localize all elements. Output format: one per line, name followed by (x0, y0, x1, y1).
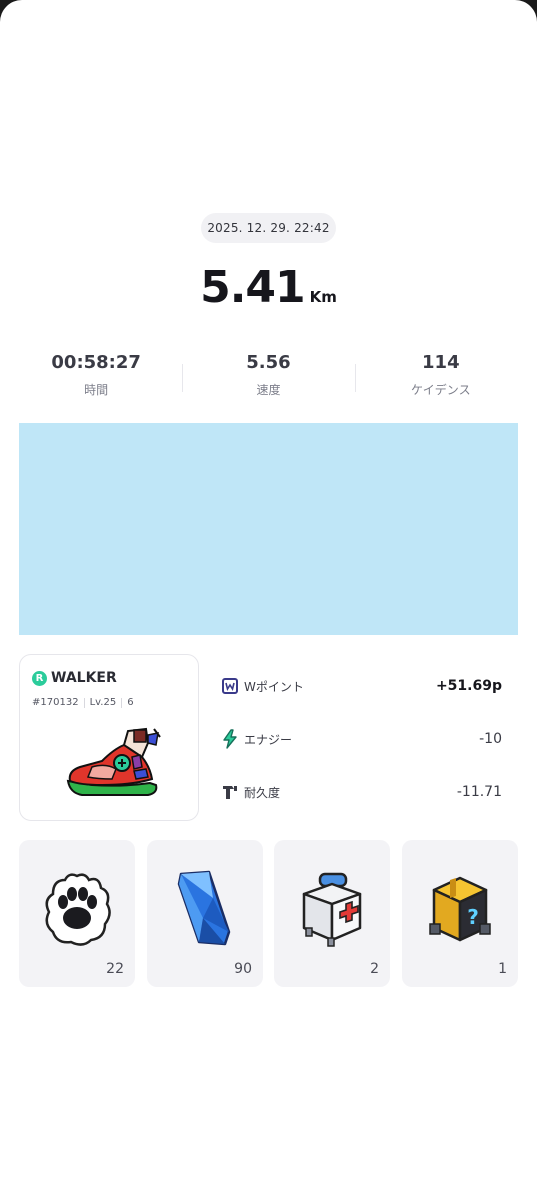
datetime-text: 2025. 12. 29. 22:42 (207, 221, 330, 235)
reward-amount: -11.71 (456, 784, 502, 800)
shoe-card[interactable]: R WALKER #170132 Lv.25 6 (19, 654, 199, 821)
reward-row-energy: エナジー -10 (218, 721, 518, 757)
stat-time-label: 時間 (84, 383, 109, 397)
item-count: 1 (498, 961, 507, 977)
shoe-mint-count: 6 (127, 697, 134, 708)
reward-amount: +51.69p (435, 678, 502, 694)
route-map[interactable] (19, 423, 518, 635)
svg-text:?: ? (467, 905, 479, 929)
item-card-mystery-box[interactable]: ? 1 (402, 840, 518, 987)
shoe-brand-row: R WALKER (32, 670, 117, 686)
sneaker-icon (66, 727, 161, 796)
shoe-meta-row: #170132 Lv.25 6 (32, 697, 134, 708)
brand-badge-icon: R (32, 670, 47, 686)
meta-divider (121, 697, 123, 708)
result-sheet: 2025. 12. 29. 22:42 5.41 Km 00:58:27 時間 … (0, 0, 537, 1200)
distance-display: 5.41 Km (0, 262, 537, 322)
datetime-badge: 2025. 12. 29. 22:42 (201, 213, 336, 243)
shoe-brand-name: WALKER (51, 670, 117, 686)
reward-label: エナジー (244, 732, 293, 747)
items-grid: 22 90 2 ? 1 (19, 840, 518, 987)
paw-icon (45, 873, 111, 946)
energy-icon (220, 729, 240, 749)
w-point-icon (220, 676, 240, 696)
stat-time: 00:58:27 時間 (10, 352, 182, 407)
shoe-id: #170132 (32, 697, 79, 708)
distance-unit: Km (309, 288, 337, 306)
stat-speed-label: 速度 (256, 383, 281, 397)
reward-row-durability: 耐久度 -11.71 (218, 774, 518, 810)
stats-row: 00:58:27 時間 5.56 速度 114 ケイデンス (10, 352, 527, 407)
stat-speed: 5.56 速度 (182, 352, 354, 407)
reward-row-w-point: Wポイント +51.69p (218, 668, 518, 704)
shoe-level: Lv.25 (89, 697, 117, 708)
reward-amount: -10 (479, 731, 502, 747)
item-count: 22 (106, 961, 124, 977)
item-card-crystal[interactable]: 90 (147, 840, 263, 987)
stat-speed-value: 5.56 (246, 352, 291, 373)
stat-cadence-label: ケイデンス (411, 383, 471, 397)
stat-cadence: 114 ケイデンス (354, 352, 527, 407)
reward-label: 耐久度 (244, 785, 281, 800)
mystery-box-icon: ? (429, 876, 491, 942)
distance-value: 5.41 (200, 262, 306, 313)
item-card-paw[interactable]: 22 (19, 840, 135, 987)
first-aid-kit-icon (302, 872, 362, 947)
item-card-first-aid[interactable]: 2 (274, 840, 390, 987)
item-count: 90 (234, 961, 252, 977)
crystal-icon (177, 870, 231, 946)
meta-divider (83, 697, 85, 708)
item-count: 2 (370, 961, 379, 977)
reward-label: Wポイント (244, 679, 304, 694)
stat-time-value: 00:58:27 (51, 352, 141, 373)
stat-cadence-value: 114 (422, 352, 460, 373)
durability-icon (220, 782, 240, 802)
